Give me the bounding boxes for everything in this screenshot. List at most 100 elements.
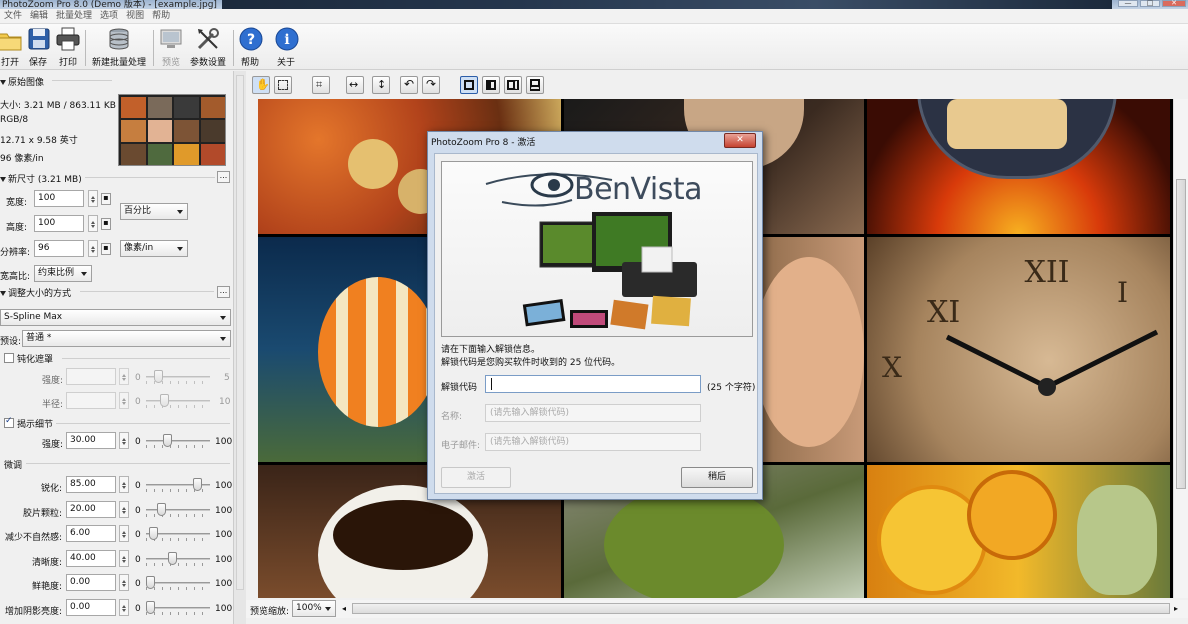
resize-method-section-header[interactable]: 调整大小的方式 <box>0 286 71 299</box>
menu-batch[interactable]: 批量处理 <box>52 9 96 24</box>
slider-thumb[interactable] <box>193 478 202 491</box>
height-spinner[interactable] <box>88 215 98 232</box>
unsharp-strength-input[interactable] <box>66 368 116 385</box>
maximize-button[interactable]: □ <box>1140 0 1160 7</box>
detail-intensity-slider[interactable] <box>146 432 210 449</box>
name-input[interactable]: (请先输入解锁代码) <box>485 404 701 422</box>
unsharp-radius-slider[interactable] <box>146 392 210 409</box>
detail-intensity-input[interactable]: 30.00 <box>66 432 116 449</box>
crop-icon: ⌗ <box>316 78 323 91</box>
about-button[interactable]: i 关于 <box>274 26 299 68</box>
preview-button[interactable]: 预览 <box>158 26 184 68</box>
finetune-spinner[interactable] <box>119 550 129 567</box>
menu-edit[interactable]: 编辑 <box>26 9 52 24</box>
select-tool-button[interactable] <box>274 76 292 94</box>
preset-select[interactable]: 普通 * <box>22 330 231 347</box>
width-spinner[interactable] <box>88 190 98 207</box>
dialog-close-button[interactable]: ✕ <box>724 133 756 148</box>
finetune-slider[interactable] <box>146 599 210 616</box>
panel-scrollbar[interactable] <box>236 75 244 590</box>
hand-tool-button[interactable]: ✋ <box>252 76 270 94</box>
finetune-spinner[interactable] <box>119 501 129 518</box>
unsharp-mask-checkbox[interactable] <box>4 353 14 363</box>
slider-thumb[interactable] <box>168 552 177 565</box>
finetune-input[interactable]: 85.00 <box>66 476 116 493</box>
menu-view[interactable]: 视图 <box>122 9 148 24</box>
finetune-input[interactable]: 40.00 <box>66 550 116 567</box>
finetune-min: 0 <box>135 604 141 614</box>
rotate-right-button[interactable]: ↷ <box>422 76 440 94</box>
resolution-unit-select[interactable]: 像素/in <box>120 240 188 257</box>
print-button[interactable]: 打印 <box>55 26 81 68</box>
unsharp-strength-spinner[interactable] <box>119 368 129 385</box>
height-input[interactable]: 100 <box>34 215 84 232</box>
finetune-input[interactable]: 0.00 <box>66 574 116 591</box>
resize-method-select[interactable]: S-Spline Max <box>0 309 231 326</box>
finetune-input[interactable]: 6.00 <box>66 525 116 542</box>
width-lock-button[interactable]: ▪ <box>101 193 111 205</box>
height-lock-button[interactable]: ▪ <box>101 218 111 230</box>
open-button[interactable]: 打开 <box>0 26 24 68</box>
split-view-button[interactable] <box>482 76 500 94</box>
resize-options-button[interactable]: ... <box>217 286 230 298</box>
unsharp-strength-slider[interactable] <box>146 368 210 385</box>
flip-horizontal-button[interactable]: ↔ <box>346 76 364 94</box>
slider-thumb[interactable] <box>149 527 158 540</box>
new-batch-button[interactable]: 新建批量处理 <box>90 26 148 68</box>
slider-thumb[interactable] <box>146 601 155 614</box>
stacked-view-button[interactable] <box>526 76 544 94</box>
panel-splitter[interactable] <box>233 71 246 624</box>
slider-thumb[interactable] <box>157 503 166 516</box>
help-button[interactable]: ? 帮助 <box>238 26 263 68</box>
resolution-input[interactable]: 96 <box>34 240 84 257</box>
new-size-options-button[interactable]: ... <box>217 171 230 183</box>
finetune-slider[interactable] <box>146 574 210 591</box>
finetune-max: 100 <box>215 530 233 540</box>
slider-thumb[interactable] <box>163 434 172 447</box>
unlock-code-input[interactable] <box>485 375 701 393</box>
email-input[interactable]: (请先输入解锁代码) <box>485 433 701 451</box>
save-button[interactable]: 保存 <box>26 26 50 68</box>
resolution-lock-button[interactable]: ▪ <box>101 243 111 255</box>
unsharp-radius-spinner[interactable] <box>119 392 129 409</box>
later-button[interactable]: 稍后 <box>681 467 753 488</box>
menu-options[interactable]: 选项 <box>96 9 122 24</box>
finetune-spinner[interactable] <box>119 574 129 591</box>
aspect-select[interactable]: 约束比例 <box>34 265 92 282</box>
finetune-input[interactable]: 20.00 <box>66 501 116 518</box>
finetune-input[interactable]: 0.00 <box>66 599 116 616</box>
scroll-left-icon[interactable]: ◂ <box>342 604 346 613</box>
menu-file[interactable]: 文件 <box>0 9 26 24</box>
finetune-slider[interactable] <box>146 550 210 567</box>
finetune-spinner[interactable] <box>119 599 129 616</box>
close-window-button[interactable]: ✕ <box>1162 0 1186 7</box>
finetune-slider[interactable] <box>146 501 210 518</box>
new-size-section-header[interactable]: 新尺寸 (3.21 MB) <box>0 172 82 185</box>
original-section-header[interactable]: 原始图像 <box>0 75 44 88</box>
flip-vertical-button[interactable]: ↕ <box>372 76 390 94</box>
side-by-side-button[interactable] <box>504 76 522 94</box>
width-input[interactable]: 100 <box>34 190 84 207</box>
detail-intensity-spinner[interactable] <box>119 432 129 449</box>
reveal-detail-checkbox[interactable] <box>4 416 14 428</box>
slider-thumb[interactable] <box>146 576 155 589</box>
menu-help[interactable]: 帮助 <box>148 9 174 24</box>
horizontal-scroll-thumb[interactable] <box>352 603 1170 614</box>
size-unit-select[interactable]: 百分比 <box>120 203 188 220</box>
unsharp-radius-input[interactable] <box>66 392 116 409</box>
minimize-button[interactable]: — <box>1118 0 1138 7</box>
scroll-right-icon[interactable]: ▸ <box>1174 604 1178 613</box>
finetune-spinner[interactable] <box>119 476 129 493</box>
vertical-scroll-thumb[interactable] <box>1176 179 1186 489</box>
finetune-spinner[interactable] <box>119 525 129 542</box>
crop-button[interactable]: ⌗ <box>312 76 330 94</box>
resolution-spinner[interactable] <box>88 240 98 257</box>
single-view-button[interactable] <box>460 76 478 94</box>
finetune-slider[interactable] <box>146 476 210 493</box>
finetune-slider[interactable] <box>146 525 210 542</box>
activate-button[interactable]: 激活 <box>441 467 511 488</box>
preview-vertical-scrollbar[interactable] <box>1173 99 1188 598</box>
settings-button[interactable]: 参数设置 <box>188 26 228 68</box>
rotate-left-button[interactable]: ↶ <box>400 76 418 94</box>
zoom-select[interactable]: 100% <box>292 600 336 617</box>
